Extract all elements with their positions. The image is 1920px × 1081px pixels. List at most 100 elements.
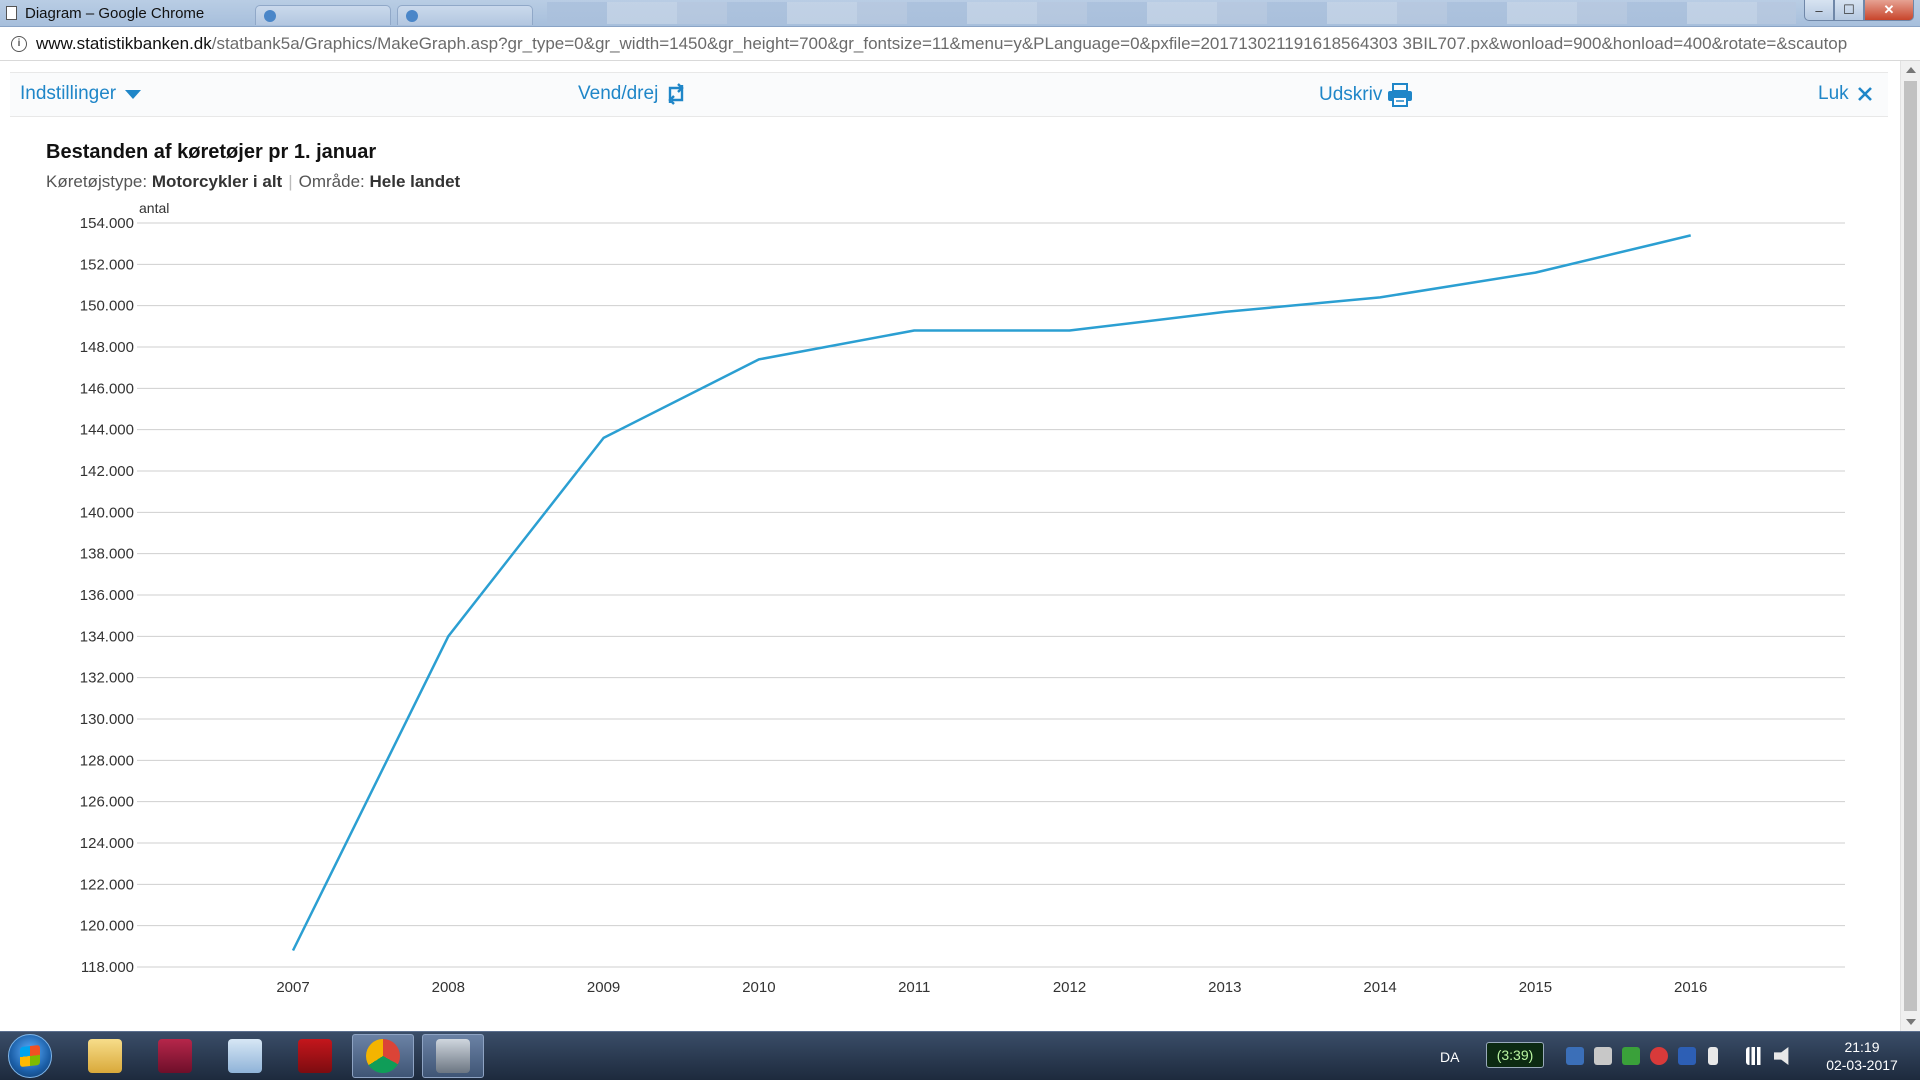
x-tick-label: 2010 — [742, 979, 775, 996]
tab-favicon-icon — [264, 10, 276, 22]
area-value: Hele landet — [370, 172, 461, 191]
y-tick-label: 118.000 — [81, 959, 134, 976]
vehicle-type-value: Motorcykler i alt — [152, 172, 282, 191]
y-tick-label: 126.000 — [80, 794, 134, 811]
subtitle-separator: | — [288, 172, 292, 191]
start-button[interactable] — [8, 1034, 52, 1078]
y-tick-label: 154.000 — [80, 215, 134, 232]
y-tick-label: 152.000 — [80, 256, 134, 273]
y-tick-label: 124.000 — [80, 835, 134, 852]
clock-date: 02-03-2017 — [1812, 1056, 1912, 1074]
scrollbar-thumb[interactable] — [1904, 81, 1917, 1011]
area-label: Område: — [299, 172, 365, 191]
taskbar-explorer[interactable] — [74, 1034, 136, 1078]
x-tick-label: 2012 — [1053, 979, 1086, 996]
taskbar-app-red[interactable] — [144, 1034, 206, 1078]
taskbar-chrome[interactable] — [352, 1034, 414, 1078]
x-tick-label: 2011 — [898, 979, 930, 996]
camera-icon — [436, 1039, 470, 1073]
x-tick-label: 2008 — [432, 979, 465, 996]
x-tick-label: 2016 — [1674, 979, 1707, 996]
window-controls: – ☐ ✕ — [1804, 0, 1914, 21]
url-field[interactable]: www.statistikbanken.dk/statbank5a/Graphi… — [36, 34, 1906, 54]
close-label: Luk — [1818, 83, 1849, 105]
pen-app-icon — [158, 1039, 192, 1073]
language-indicator[interactable]: DA — [1440, 1032, 1459, 1081]
taskbar-camera[interactable] — [422, 1034, 484, 1078]
y-tick-label: 138.000 — [80, 546, 134, 563]
network-icon[interactable] — [1746, 1047, 1764, 1065]
scroll-down-icon[interactable] — [1906, 1019, 1916, 1025]
address-bar: i www.statistikbanken.dk/statbank5a/Grap… — [0, 27, 1920, 61]
line-chart: 118.000 120.000 122.000 124.000 126.000 128.0… — [0, 195, 1880, 1005]
rotate-label: Vend/drej — [578, 83, 658, 105]
scroll-up-icon[interactable] — [1906, 67, 1916, 73]
blurred-tab-strip — [547, 2, 1796, 24]
x-tick-label: 2013 — [1208, 979, 1241, 996]
close-graph-button[interactable]: Luk — [1818, 83, 1873, 105]
window-title-bar: Diagram – Google Chrome ________________… — [0, 0, 1920, 27]
power-icon[interactable] — [1708, 1047, 1718, 1065]
y-tick-label: 136.000 — [80, 587, 134, 604]
close-icon — [1857, 86, 1873, 102]
chart-title: Bestanden af køretøjer pr 1. januar — [46, 141, 376, 164]
graph-toolbar: Indstillinger Vend/drej Udskriv L — [10, 72, 1888, 117]
minimize-button[interactable]: – — [1804, 0, 1834, 21]
rotate-button[interactable]: Vend/drej — [578, 83, 686, 105]
y-tick-label: 148.000 — [80, 339, 134, 356]
taskbar-app-files[interactable] — [214, 1034, 276, 1078]
taskbar-clock[interactable]: 21:19 02-03-2017 — [1812, 1038, 1912, 1074]
hd-icon[interactable] — [1678, 1047, 1696, 1065]
print-label: Udskriv — [1319, 84, 1382, 106]
y-tick-label: 146.000 — [80, 380, 134, 397]
window-title: Diagram – Google Chrome — [25, 5, 255, 22]
folder-icon — [88, 1039, 122, 1073]
y-tick-label: 132.000 — [80, 670, 134, 687]
close-window-button[interactable]: ✕ — [1864, 0, 1914, 21]
page-scrollbar[interactable] — [1900, 61, 1920, 1031]
url-host: www.statistikbanken.dk — [36, 34, 212, 53]
caret-down-icon — [124, 88, 142, 100]
windows-taskbar: DA (3:39) 21:19 02-03-2017 — [0, 1031, 1920, 1080]
action-center-icon[interactable] — [1594, 1047, 1612, 1065]
y-tick-label: 134.000 — [80, 628, 134, 645]
clock-time: 21:19 — [1812, 1038, 1912, 1056]
x-tick-label: 2014 — [1363, 979, 1396, 996]
y-tick-label: 144.000 — [80, 422, 134, 439]
y-tick-label: 120.000 — [80, 918, 134, 935]
y-tick-label: 142.000 — [80, 463, 134, 480]
vehicle-type-label: Køretøjstype: — [46, 172, 147, 191]
chart-subtitle: Køretøjstype: Motorcykler i alt|Område: … — [46, 172, 460, 192]
url-path: /statbank5a/Graphics/MakeGraph.asp?gr_ty… — [212, 34, 1847, 53]
windows-logo-icon — [20, 1045, 40, 1067]
x-tick-label: 2009 — [587, 979, 620, 996]
site-info-icon[interactable]: i — [11, 36, 27, 52]
y-tick-label: 128.000 — [80, 752, 134, 769]
battery-indicator[interactable]: (3:39) — [1486, 1042, 1544, 1068]
maximize-button[interactable]: ☐ — [1834, 0, 1864, 21]
browser-tab-2[interactable]: ________________ — [397, 5, 533, 25]
y-tick-label: 122.000 — [80, 876, 134, 893]
acrobat-icon — [298, 1039, 332, 1073]
page-icon — [6, 6, 17, 20]
tab-favicon-icon — [406, 10, 418, 22]
x-tick-label: 2015 — [1519, 979, 1552, 996]
printer-icon — [1387, 83, 1413, 107]
y-tick-label: 140.000 — [80, 504, 134, 521]
taskbar-acrobat[interactable] — [284, 1034, 346, 1078]
files-app-icon — [228, 1039, 262, 1073]
settings-button[interactable]: Indstillinger — [20, 83, 142, 105]
browser-tab-1[interactable]: ________________ — [255, 5, 391, 25]
rotate-icon — [666, 83, 686, 105]
x-tick-label: 2007 — [276, 979, 309, 996]
print-button[interactable]: Udskriv — [1319, 83, 1413, 107]
antivirus-icon[interactable] — [1650, 1047, 1668, 1065]
volume-icon[interactable] — [1774, 1047, 1792, 1065]
settings-label: Indstillinger — [20, 83, 116, 105]
y-tick-label: 150.000 — [80, 298, 134, 315]
y-axis-label: antal — [139, 200, 169, 216]
y-tick-label: 130.000 — [80, 711, 134, 728]
sync-icon[interactable] — [1622, 1047, 1640, 1065]
chrome-icon — [366, 1039, 400, 1073]
bluetooth-icon[interactable] — [1566, 1047, 1584, 1065]
